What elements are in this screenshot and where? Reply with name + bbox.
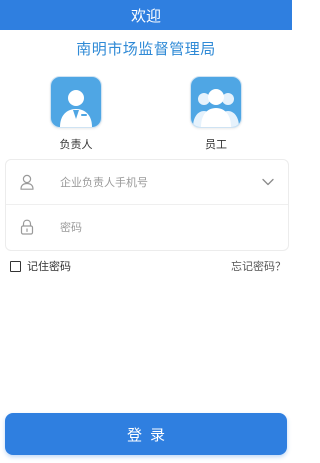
- role-option-staff[interactable]: 员工: [176, 76, 256, 152]
- forgot-password-link[interactable]: 忘记密码？: [231, 258, 286, 274]
- user-icon: [18, 173, 36, 191]
- page-title: 欢迎: [130, 6, 161, 25]
- title-bar: 欢迎: [0, 0, 292, 30]
- login-form: [5, 159, 289, 251]
- remember-label: 记住密码: [27, 260, 71, 273]
- login-button[interactable]: 登录: [5, 413, 287, 455]
- role-label-manager: 负责人: [59, 138, 93, 151]
- password-field-row: [6, 204, 288, 249]
- role-option-manager[interactable]: 负责人: [36, 76, 116, 152]
- agency-name: 南明市场监督管理局: [76, 40, 216, 58]
- remember-password[interactable]: 记住密码: [10, 258, 71, 274]
- staff-group-icon: [190, 76, 242, 128]
- password-input[interactable]: [60, 220, 250, 234]
- phone-input[interactable]: [60, 175, 250, 189]
- lock-icon: [18, 218, 36, 236]
- chevron-down-icon[interactable]: [260, 174, 276, 190]
- manager-avatar-icon: [50, 76, 102, 128]
- login-screen: 欢迎 南明市场监督管理局 负责人 员工 企业负责人手机号 记住密码 忘记密码？ …: [0, 0, 292, 463]
- remember-checkbox[interactable]: [10, 260, 21, 272]
- phone-field-row: [6, 160, 288, 204]
- role-label-staff: 员工: [205, 138, 227, 151]
